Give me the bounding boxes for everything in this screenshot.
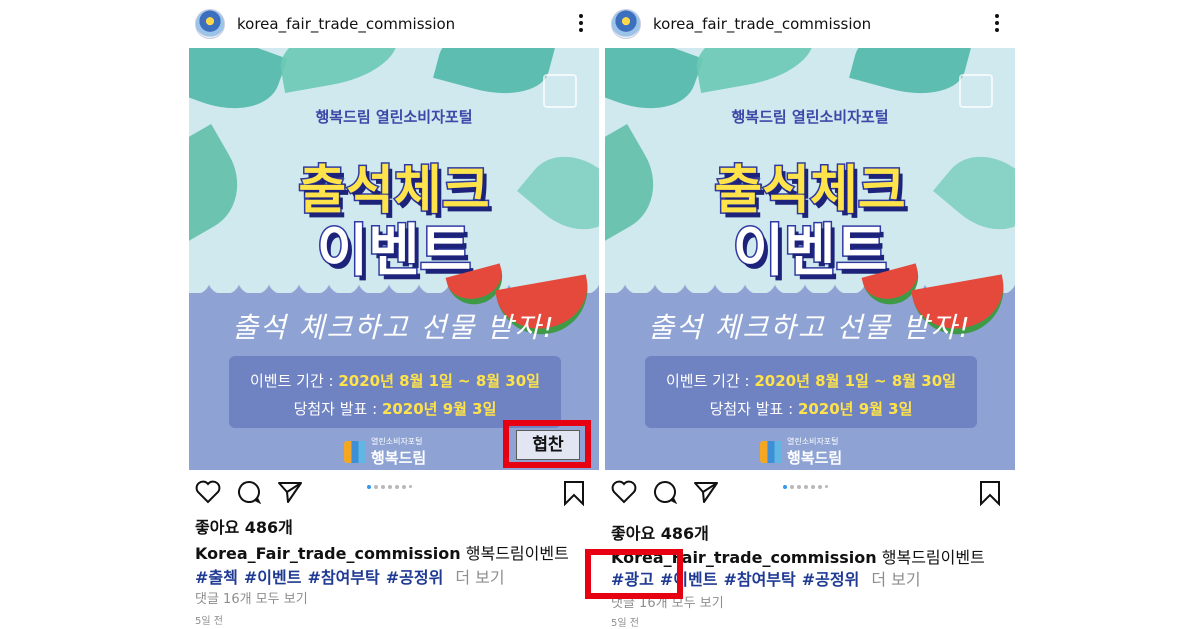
announce-date: 당첨자 발표 : 2020년 9월 3일 bbox=[645, 398, 977, 419]
username[interactable]: korea_fair_trade_commission bbox=[653, 15, 871, 33]
carousel-dot bbox=[783, 485, 787, 489]
post-image[interactable]: 행복드림 열린소비자포털 출석체크 이벤트 출석 체크하고 선물 받자! 이벤트… bbox=[189, 48, 599, 470]
event-period-value: 2020년 8월 1일 ~ 8월 30일 bbox=[754, 372, 956, 390]
caption: Korea_Fair_trade_commission 행복드림이벤트 bbox=[195, 540, 569, 564]
ad-hashtag-highlight-box bbox=[585, 549, 683, 599]
hashtag[interactable]: #참여부탁 bbox=[307, 568, 379, 587]
happydream-logo: 열린소비자포털행복드림 bbox=[344, 436, 426, 468]
instagram-post-right: korea_fair_trade_commission 행복드림 열린소비자포털… bbox=[585, 0, 1015, 629]
hashtag[interactable]: #출첵 bbox=[195, 568, 238, 587]
image-slogan: 출석 체크하고 선물 받자! bbox=[232, 311, 556, 344]
carousel-dot bbox=[825, 485, 828, 488]
more-options-icon[interactable] bbox=[995, 14, 999, 35]
announce-date: 당첨자 발표 : 2020년 9월 3일 bbox=[229, 398, 561, 419]
image-title-line2: 이벤트 bbox=[315, 218, 473, 286]
hashtag[interactable]: #참여부탁 bbox=[723, 570, 795, 589]
event-period: 이벤트 기간 : 2020년 8월 1일 ~ 8월 30일 bbox=[645, 370, 977, 391]
logo-small-text: 열린소비자포털 bbox=[787, 437, 839, 446]
username[interactable]: korea_fair_trade_commission bbox=[237, 15, 455, 33]
leaf-decoration bbox=[274, 48, 404, 93]
logo-mark-icon bbox=[760, 441, 782, 463]
event-period-value: 2020년 8월 1일 ~ 8월 30일 bbox=[338, 372, 540, 390]
hashtag[interactable]: #공정위 bbox=[802, 570, 860, 589]
carousel-dot bbox=[804, 485, 808, 489]
bookmark-icon[interactable] bbox=[563, 480, 585, 506]
post-actions bbox=[611, 478, 1015, 506]
likes-count[interactable]: 좋아요 486개 bbox=[195, 514, 293, 538]
bookmark-icon[interactable] bbox=[979, 480, 1001, 506]
heart-icon[interactable] bbox=[611, 480, 637, 504]
image-subtitle: 행복드림 열린소비자포털 bbox=[731, 108, 889, 126]
image-subtitle: 행복드림 열린소비자포털 bbox=[315, 108, 473, 126]
sponsor-highlight-box: 협찬 bbox=[503, 420, 591, 468]
hashtag-row: #출첵 #이벤트 #참여부탁 #공정위 더 보기 bbox=[195, 564, 505, 588]
leaf-decoration bbox=[433, 48, 555, 107]
leaf-decoration bbox=[849, 48, 971, 107]
logo-big-text: 행복드림 bbox=[371, 449, 427, 467]
post-image[interactable]: 행복드림 열린소비자포털 출석체크 이벤트 출석 체크하고 선물 받자! 이벤트… bbox=[605, 48, 1015, 470]
event-period-label: 이벤트 기간 : bbox=[666, 372, 755, 390]
sponsor-tag: 협찬 bbox=[516, 430, 580, 460]
leaf-decoration bbox=[690, 48, 820, 93]
logo-small-text: 열린소비자포털 bbox=[371, 437, 423, 446]
carousel-dot bbox=[818, 485, 822, 489]
caption-text: 행복드림이벤트 bbox=[465, 544, 569, 563]
carousel-dot bbox=[402, 485, 406, 489]
event-period: 이벤트 기간 : 2020년 8월 1일 ~ 8월 30일 bbox=[229, 370, 561, 391]
happydream-logo: 열린소비자포털행복드림 bbox=[760, 436, 842, 468]
hashtag[interactable]: #이벤트 bbox=[244, 568, 302, 587]
post-header: korea_fair_trade_commission bbox=[611, 8, 1015, 40]
comment-icon[interactable] bbox=[237, 480, 261, 504]
share-icon[interactable] bbox=[693, 480, 719, 504]
carousel-dot bbox=[797, 485, 801, 489]
announce-label: 당첨자 발표 : bbox=[709, 400, 798, 418]
event-period-label: 이벤트 기간 : bbox=[250, 372, 339, 390]
carousel-dot bbox=[409, 485, 412, 488]
post-header: korea_fair_trade_commission bbox=[195, 8, 599, 40]
carousel-dot bbox=[811, 485, 815, 489]
timestamp: 5일 전 bbox=[195, 616, 223, 627]
image-title-line2: 이벤트 bbox=[731, 218, 889, 286]
announce-label: 당첨자 발표 : bbox=[293, 400, 382, 418]
carousel-dot bbox=[367, 485, 371, 489]
carousel-dot bbox=[388, 485, 392, 489]
more-link[interactable]: 더 보기 bbox=[871, 570, 920, 589]
corner-frame-icon bbox=[959, 74, 993, 108]
caption-username[interactable]: Korea_Fair_trade_commission bbox=[195, 544, 461, 563]
carousel-indicator bbox=[367, 485, 412, 489]
carousel-dot bbox=[381, 485, 385, 489]
post-actions bbox=[195, 478, 599, 506]
hashtag[interactable]: #공정위 bbox=[386, 568, 444, 587]
carousel-dot bbox=[374, 485, 378, 489]
caption-text: 행복드림이벤트 bbox=[881, 548, 985, 567]
instagram-post-left: korea_fair_trade_commission 행복드림 열린소비자포털… bbox=[189, 0, 599, 628]
share-icon[interactable] bbox=[277, 480, 303, 504]
likes-count[interactable]: 좋아요 486개 bbox=[611, 520, 709, 544]
view-comments-link[interactable]: 댓글 16개 모두 보기 bbox=[195, 588, 308, 607]
announce-value: 2020년 9월 3일 bbox=[797, 400, 913, 418]
avatar[interactable] bbox=[195, 9, 225, 39]
more-link[interactable]: 더 보기 bbox=[455, 568, 504, 587]
logo-mark-icon bbox=[344, 441, 366, 463]
announce-value: 2020년 9월 3일 bbox=[381, 400, 497, 418]
logo-big-text: 행복드림 bbox=[787, 449, 843, 467]
corner-frame-icon bbox=[543, 74, 577, 108]
heart-icon[interactable] bbox=[195, 480, 221, 504]
carousel-indicator bbox=[783, 485, 828, 489]
carousel-dot bbox=[790, 485, 794, 489]
comment-icon[interactable] bbox=[653, 480, 677, 504]
carousel-dot bbox=[395, 485, 399, 489]
image-slogan: 출석 체크하고 선물 받자! bbox=[648, 311, 972, 344]
avatar[interactable] bbox=[611, 9, 641, 39]
more-options-icon[interactable] bbox=[579, 14, 583, 35]
timestamp: 5일 전 bbox=[611, 618, 639, 629]
